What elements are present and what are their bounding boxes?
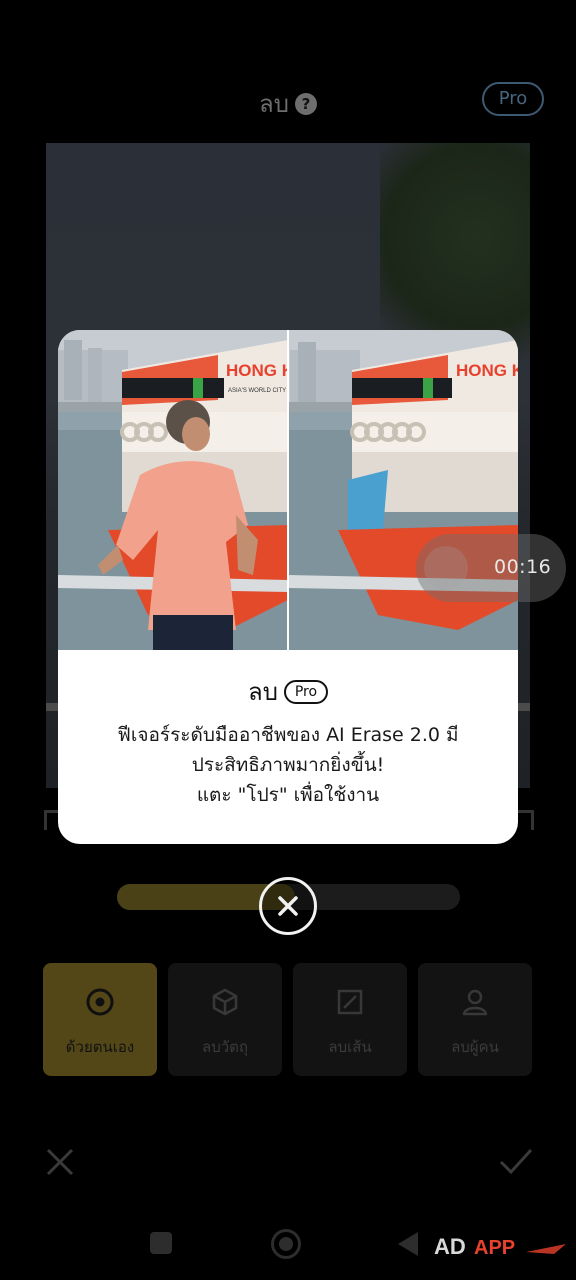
system-nav-bar: AD APP xyxy=(0,1210,576,1280)
tool-label: ลบผู้คน xyxy=(451,1038,499,1056)
tool-label: ด้วยตนเอง xyxy=(65,1038,135,1056)
tool-bar: ด้วยตนเอง ลบวัตถุ ลบเส้น ลบผู้คน xyxy=(43,963,533,1076)
ferry-sign-after: HONG KONG xyxy=(456,361,518,380)
person-icon xyxy=(462,989,488,1016)
before-after-preview: HONG KONG ASIA'S WORLD CITY HONG K xyxy=(58,330,518,650)
home-icon[interactable] xyxy=(271,1229,301,1259)
description-line: แตะ "โปร" เพื่อใช้งาน xyxy=(196,784,380,806)
back-icon[interactable] xyxy=(398,1232,418,1256)
svg-text:APP: APP xyxy=(474,1237,515,1259)
cancel-icon[interactable] xyxy=(44,1146,76,1178)
adapp-logo: AD APP xyxy=(434,1234,566,1259)
top-bar: ลบ? Pro xyxy=(0,70,576,130)
line-square-icon xyxy=(337,989,363,1015)
description-line: ฟีเจอร์ระดับมืออาชีพของ AI Erase 2.0 มี xyxy=(117,724,459,746)
tool-remove-line[interactable]: ลบเส้น xyxy=(293,963,407,1076)
ferry-tagline: ASIA'S WORLD CITY xyxy=(228,388,286,394)
confirm-check-icon[interactable] xyxy=(498,1146,534,1178)
recent-apps-icon[interactable] xyxy=(150,1232,172,1254)
pro-badge: Pro xyxy=(283,679,328,704)
tool-remove-object[interactable]: ลบวัตถุ xyxy=(168,963,282,1076)
tool-remove-people[interactable]: ลบผู้คน xyxy=(418,963,532,1076)
pro-upgrade-button[interactable]: Pro xyxy=(482,82,544,116)
record-dot-icon xyxy=(424,546,468,590)
page-title: ลบ xyxy=(259,90,289,118)
dialog-title-text: ลบ xyxy=(248,678,278,706)
crop-corner-right xyxy=(516,810,534,830)
timer-text: 00:16 xyxy=(494,556,552,578)
cube-icon xyxy=(212,988,238,1016)
dialog-description: ฟีเจอร์ระดับมืออาชีพของ AI Erase 2.0 มี … xyxy=(78,720,498,810)
dialog-title: ลบ Pro xyxy=(58,672,518,711)
tool-manual[interactable]: ด้วยตนเอง xyxy=(43,963,157,1076)
close-dialog-button[interactable] xyxy=(259,877,317,935)
description-line: ประสิทธิภาพมากยิ่งขึ้น! xyxy=(191,754,385,776)
target-icon xyxy=(86,988,114,1016)
tool-label: ลบเส้น xyxy=(328,1038,372,1056)
question-circle-icon[interactable]: ? xyxy=(294,93,317,115)
close-icon xyxy=(278,896,298,916)
recording-timer[interactable]: 00:16 xyxy=(416,534,566,602)
tool-label: ลบวัตถุ xyxy=(202,1038,248,1056)
svg-text:AD: AD xyxy=(434,1234,466,1259)
after-image: HONG KONG xyxy=(288,330,518,650)
